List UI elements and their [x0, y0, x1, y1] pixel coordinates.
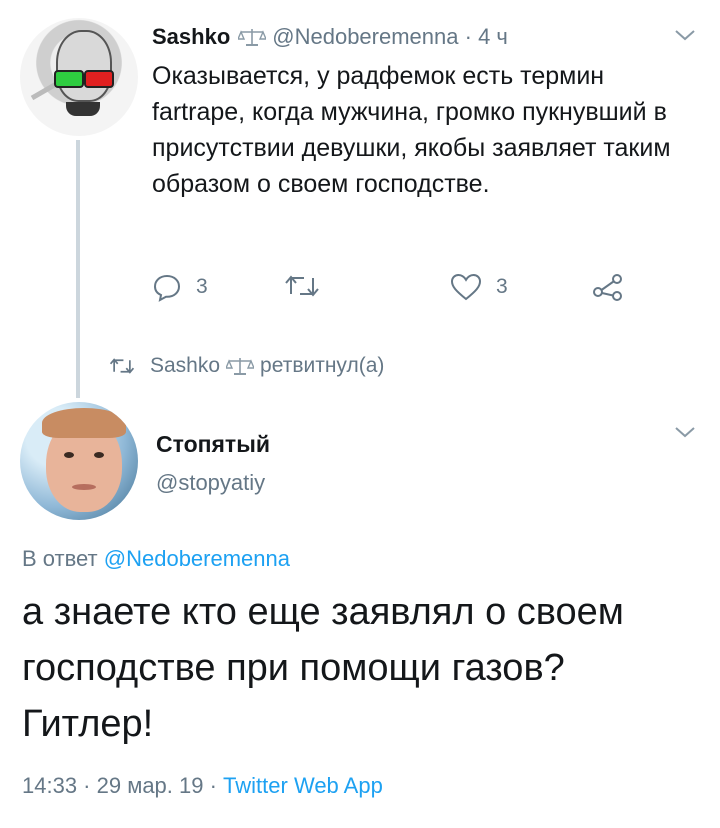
reply-source[interactable]: Twitter Web App: [223, 773, 383, 798]
share-icon: [593, 274, 622, 301]
tweet-text: Оказывается, у радфемок есть термин fart…: [152, 62, 671, 198]
retweet-icon: [109, 358, 135, 374]
thread-line: [76, 140, 80, 398]
author-handle[interactable]: @Nedoberemenna: [272, 24, 458, 49]
reply-to-prefix: В ответ: [22, 546, 98, 571]
tweet-actions: 3 3: [152, 272, 632, 306]
reply-text: а знаете кто еще заявлял о своем господс…: [22, 591, 624, 745]
reply-author-handle[interactable]: @stopyatiy: [156, 470, 265, 496]
reply-to-line: В ответ @Nedoberemenna: [22, 546, 290, 572]
author-name[interactable]: Sashko: [152, 24, 230, 49]
reply-author-name[interactable]: Стопятый: [156, 431, 270, 458]
like-action[interactable]: 3: [450, 272, 508, 302]
retweet-action[interactable]: [284, 272, 334, 300]
retweet-label: ретвитнул(а): [260, 354, 385, 377]
tweet-time[interactable]: 4 ч: [478, 24, 508, 49]
share-action[interactable]: [592, 272, 624, 302]
chevron-down-icon[interactable]: [674, 28, 696, 42]
header-separator: ·: [464, 24, 472, 49]
reply-to-handle[interactable]: @Nedoberemenna: [104, 546, 290, 571]
reply-count: 3: [196, 275, 208, 298]
reply-author-avatar[interactable]: [20, 402, 138, 520]
scale-icon: [226, 358, 255, 375]
reply-meta: 14:33 · 29 мар. 19 · Twitter Web App: [22, 773, 383, 799]
scale-icon: [238, 29, 267, 46]
like-count: 3: [496, 275, 508, 298]
author-avatar[interactable]: [20, 18, 138, 136]
retweeter-name[interactable]: Sashko: [150, 354, 220, 378]
retweet-icon: [285, 275, 319, 297]
chevron-down-icon[interactable]: [674, 425, 696, 439]
reply-icon: [153, 274, 181, 302]
reply-timestamp[interactable]: 14:33 · 29 мар. 19 ·: [22, 773, 217, 798]
like-icon: [450, 273, 482, 301]
retweet-notice: Sashko ретвитнул(а): [108, 354, 384, 378]
reply-action[interactable]: 3: [152, 272, 208, 302]
tweet-header: Sashko @Nedoberemenna · 4 ч: [152, 24, 508, 50]
